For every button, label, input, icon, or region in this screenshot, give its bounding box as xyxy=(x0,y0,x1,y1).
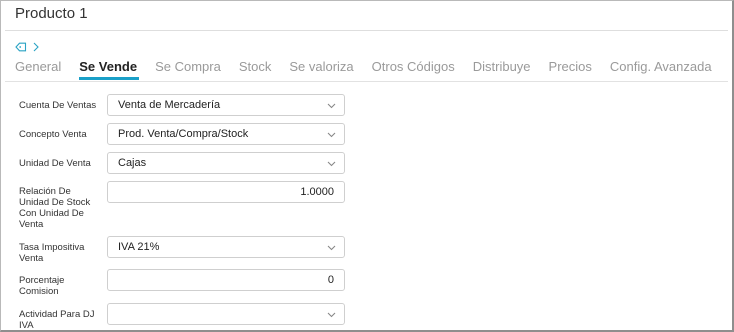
actividad-dj-iva-select[interactable] xyxy=(107,303,345,325)
chevron-down-icon xyxy=(327,103,336,109)
tabs-divider xyxy=(5,81,728,82)
chevron-down-icon xyxy=(327,312,336,318)
cuenta-ventas-value: Venta de Mercadería xyxy=(118,99,221,111)
cuenta-ventas-label: Cuenta De Ventas xyxy=(19,100,97,111)
cuenta-ventas-select[interactable]: Venta de Mercadería xyxy=(107,94,345,116)
actividad-dj-iva-label: Actividad Para DJ IVA xyxy=(19,309,95,331)
chevron-down-icon xyxy=(327,132,336,138)
product-window: Producto 1 General Se Vende Se Compra St… xyxy=(0,0,734,332)
unidad-venta-label: Unidad De Venta xyxy=(19,158,91,169)
relacion-unidad-input[interactable]: 1.0000 xyxy=(107,181,345,203)
unidad-venta-value: Cajas xyxy=(118,157,147,169)
relacion-unidad-value: 1.0000 xyxy=(300,186,334,198)
concepto-venta-value: Prod. Venta/Compra/Stock xyxy=(118,128,249,140)
porcentaje-comision-label: Porcentaje Comision xyxy=(19,275,65,297)
chevron-right-icon[interactable] xyxy=(33,42,39,52)
tab-se-vende[interactable]: Se Vende xyxy=(79,59,139,80)
tab-distribuye[interactable]: Distribuye xyxy=(473,59,531,78)
concepto-venta-select[interactable]: Prod. Venta/Compra/Stock xyxy=(107,123,345,145)
relacion-unidad-label: Relación De Unidad De Stock Con Unidad D… xyxy=(19,186,91,230)
tab-precios[interactable]: Precios xyxy=(549,59,592,78)
tab-config-avanzada[interactable]: Config. Avanzada xyxy=(610,59,712,78)
porcentaje-comision-input[interactable]: 0 xyxy=(107,269,345,291)
unidad-venta-select[interactable]: Cajas xyxy=(107,152,345,174)
tag-breadcrumb[interactable] xyxy=(15,42,39,52)
chevron-down-icon xyxy=(327,161,336,167)
tasa-impositiva-select[interactable]: IVA 21% xyxy=(107,236,345,258)
tasa-impositiva-value: IVA 21% xyxy=(118,241,160,253)
tab-se-valoriza[interactable]: Se valoriza xyxy=(289,59,353,78)
tag-icon[interactable] xyxy=(15,42,27,52)
concepto-venta-label: Concepto Venta xyxy=(19,129,87,140)
page-title: Producto 1 xyxy=(15,5,88,22)
tasa-impositiva-label: Tasa Impositiva Venta xyxy=(19,242,85,264)
tab-se-compra[interactable]: Se Compra xyxy=(155,59,221,78)
tab-bar: General Se Vende Se Compra Stock Se valo… xyxy=(15,59,730,80)
chevron-down-icon xyxy=(327,245,336,251)
tab-stock[interactable]: Stock xyxy=(239,59,272,78)
porcentaje-comision-value: 0 xyxy=(327,274,334,286)
title-divider xyxy=(5,30,728,31)
tab-general[interactable]: General xyxy=(15,59,61,78)
tab-otros-codigos[interactable]: Otros Códigos xyxy=(372,59,455,78)
